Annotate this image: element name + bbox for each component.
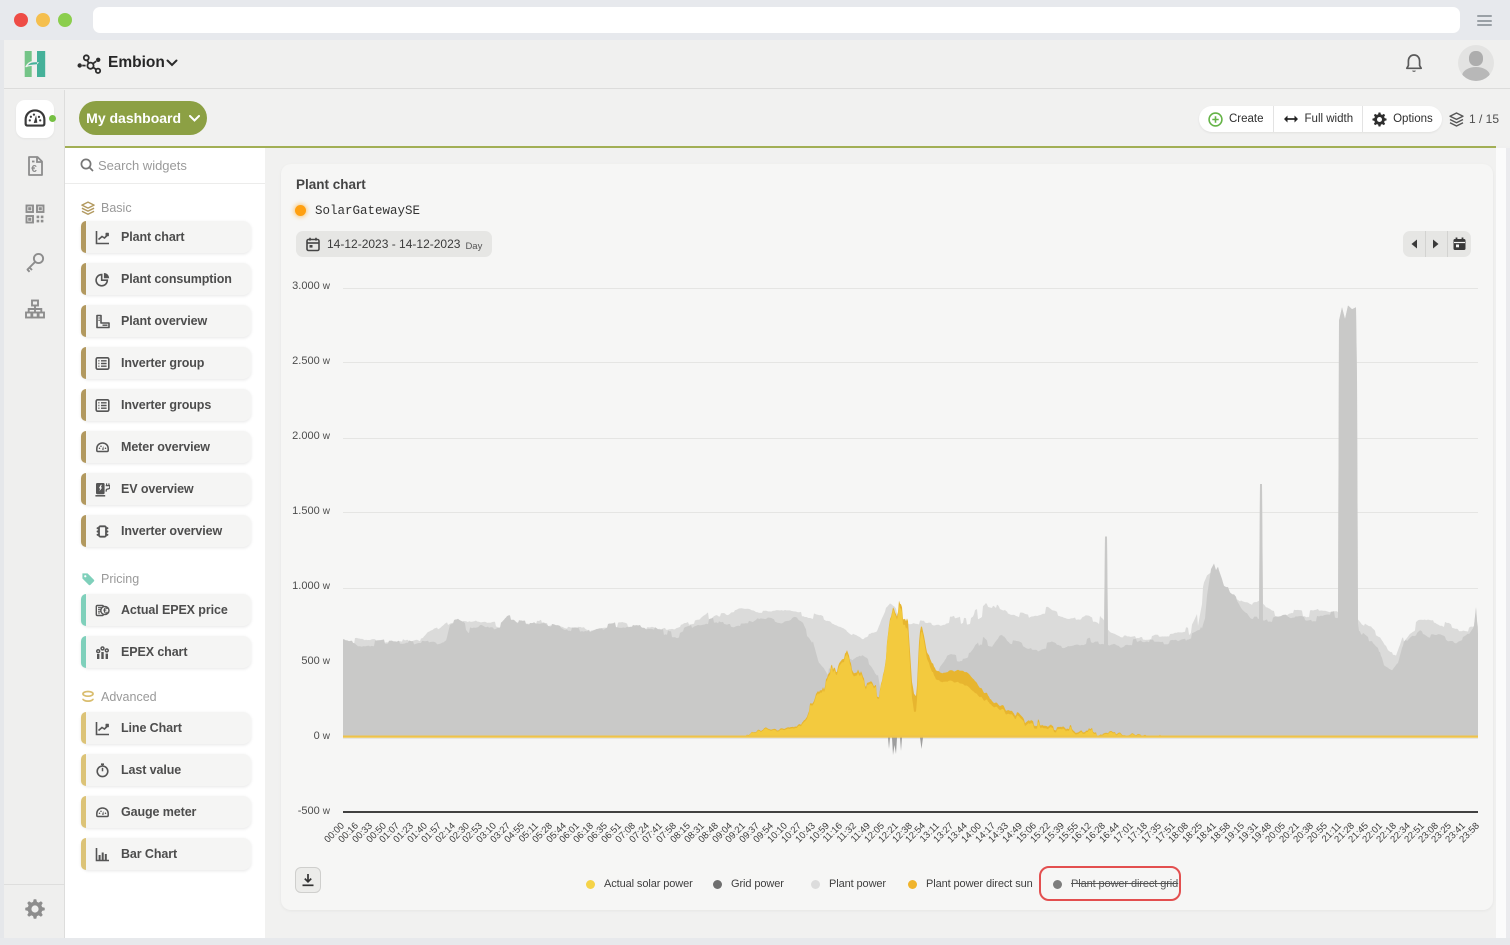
svg-text:€: € [103, 605, 108, 615]
svg-text:€: € [31, 164, 37, 175]
